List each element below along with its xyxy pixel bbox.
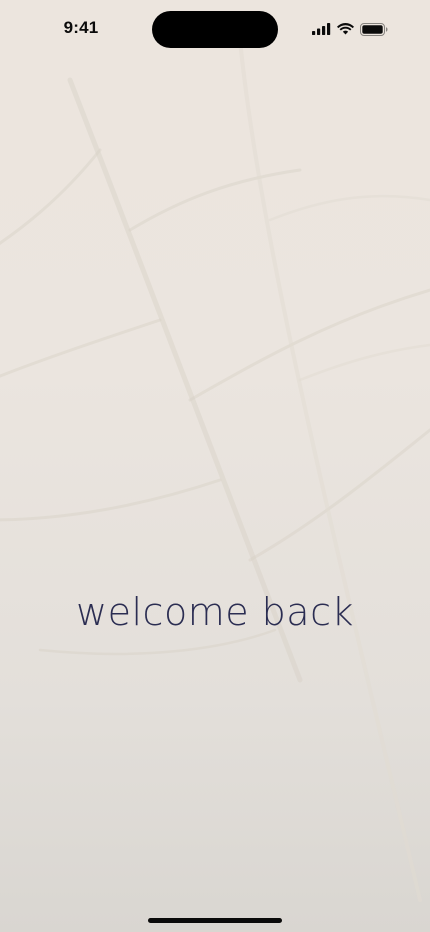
status-time: 9:41 [63, 18, 99, 37]
background-leaf-shadow [0, 38, 430, 902]
wifi-icon [337, 23, 354, 35]
cellular-signal-icon [312, 23, 331, 35]
welcome-heading: welcome back [76, 590, 354, 634]
status-bar: 9:41 [0, 0, 430, 58]
home-indicator[interactable] [148, 918, 282, 923]
status-icons [312, 21, 388, 37]
dynamic-island [152, 11, 278, 48]
battery-icon [360, 22, 388, 36]
